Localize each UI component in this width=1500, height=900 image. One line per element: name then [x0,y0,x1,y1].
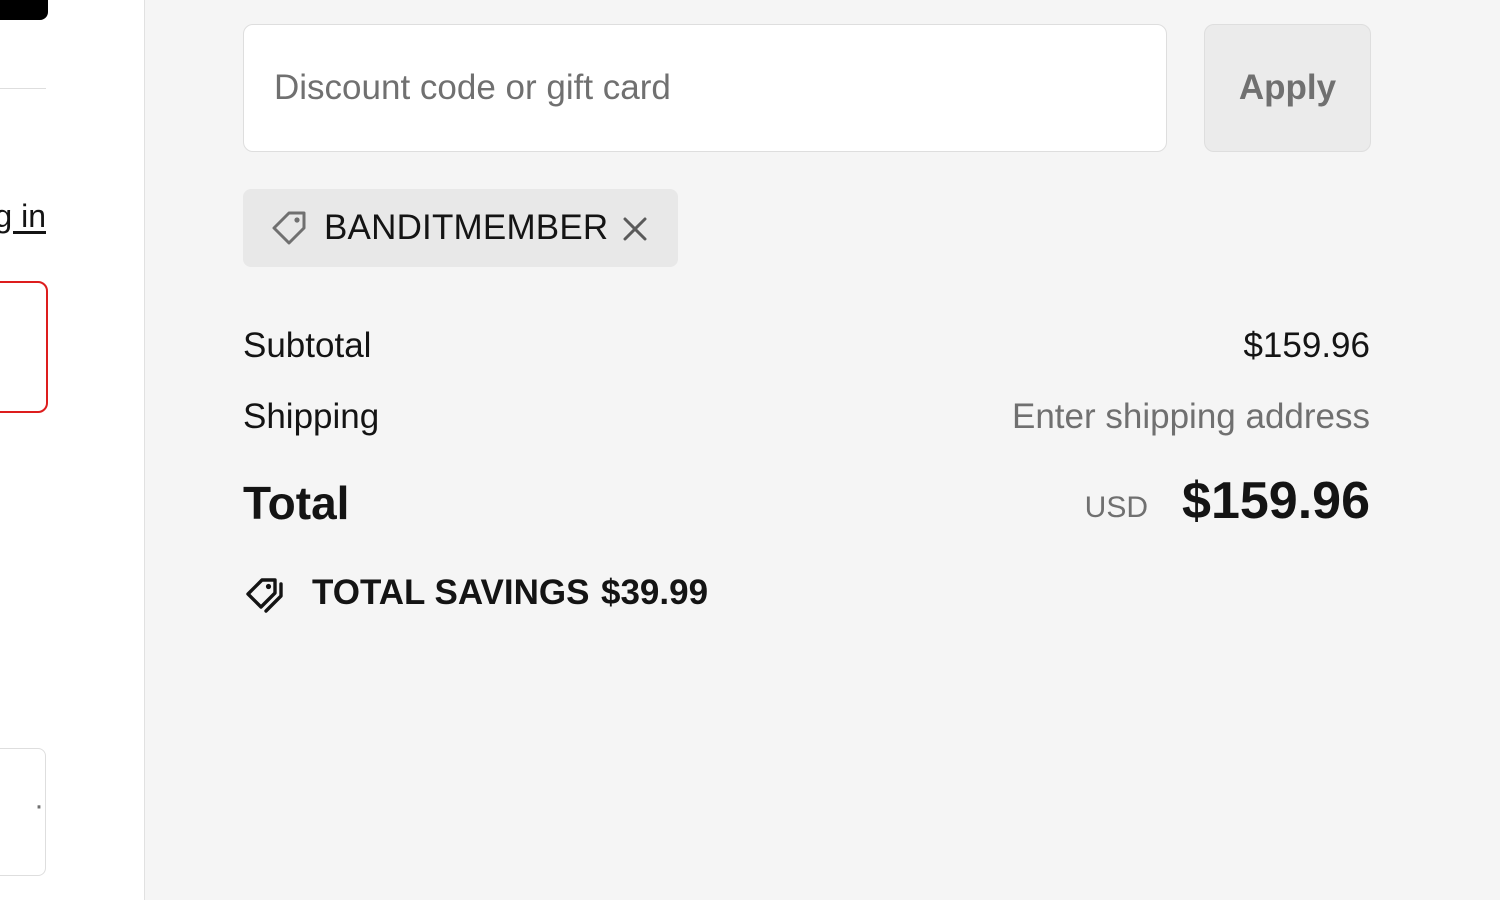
applied-discount-chip: BANDITMEMBER [243,189,678,267]
order-summary: Apply BANDITMEMBER Subtotal $159.96 Ship… [144,0,1500,900]
tag-icon [272,211,306,245]
checkout-form-column: g in · [0,0,144,900]
total-savings-value: $39.99 [601,573,709,612]
divider [0,88,46,89]
total-savings-label: TOTAL SAVINGS [312,573,590,612]
total-value: $159.96 [1182,472,1370,530]
subtotal-label: Subtotal [243,326,372,365]
shipping-label: Shipping [243,397,380,436]
applied-discount-code: BANDITMEMBER [324,208,609,247]
subtotal-value: $159.96 [1243,326,1370,365]
form-field-text: · [34,789,44,822]
apply-discount-button[interactable]: Apply [1204,24,1371,152]
email-field-error[interactable] [0,281,48,413]
log-in-link[interactable]: g in [0,196,46,236]
remove-discount-button[interactable] [617,211,653,247]
discount-code-input[interactable] [243,24,1167,152]
close-icon [623,217,647,241]
express-checkout-button[interactable] [0,0,48,20]
shipping-value: Enter shipping address [1012,397,1370,436]
total-currency: USD [1084,491,1148,524]
checkout-page: g in · Apply BANDITMEMBER Subtotal $159.… [0,0,1500,900]
total-label: Total [243,477,350,529]
tags-icon [246,578,283,613]
